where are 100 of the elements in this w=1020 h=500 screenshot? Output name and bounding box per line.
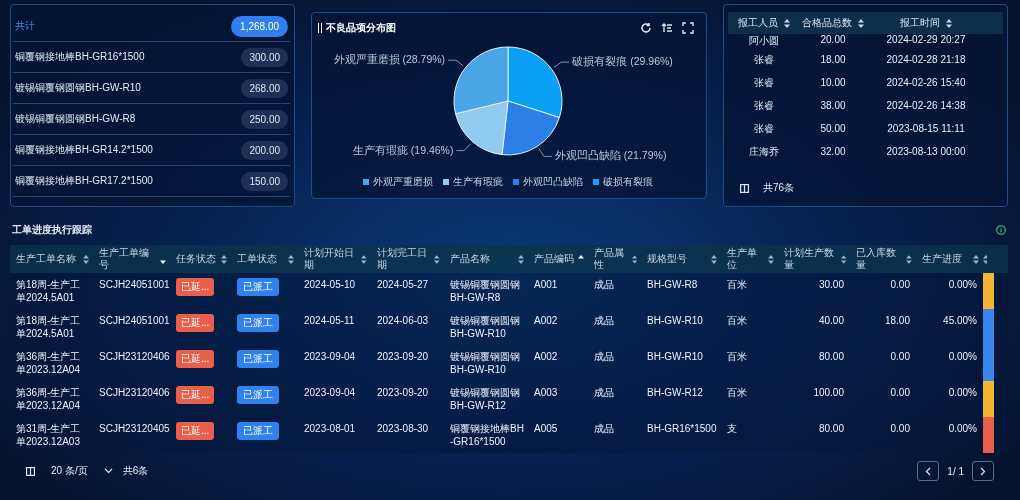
sort-icon[interactable] (83, 254, 89, 264)
table-cell: 百米 (727, 314, 747, 327)
summary-label: 铜覆钢接地棒BH-GR14.2*1500 (15, 143, 153, 157)
table-cell: 0.00% (948, 278, 977, 291)
column-header[interactable]: 工单状态 (231, 245, 298, 273)
fullscreen-icon[interactable] (682, 22, 694, 34)
table-cell: 铜覆钢接地棒BH-GR16*1500 (450, 422, 525, 448)
column-header[interactable]: 计划开始日期 (298, 245, 371, 273)
table-cell: 2024-06-03 (377, 314, 429, 327)
table-cell: 成品 (594, 314, 614, 327)
table-cell: BH-GW-R10 (647, 350, 703, 363)
column-header[interactable]: 生产进度 (916, 245, 983, 273)
column-header[interactable]: 报工时间 (866, 16, 986, 30)
leader-line (456, 143, 471, 151)
column-header[interactable]: 生产工单名称 (10, 245, 93, 273)
page-number[interactable]: 1 (947, 465, 953, 477)
sort-icon[interactable] (221, 254, 227, 264)
table-cell-text: 2023-08-15 11:11 (886, 123, 966, 134)
summary-label: 镀锡铜覆钢圆钢BH-GW-R10 (15, 81, 141, 95)
table-cell-text: 张睿 (753, 52, 775, 67)
status-tag: 已派工 (237, 386, 279, 404)
table-cell: 0.00% (948, 386, 977, 399)
columns-icon[interactable] (740, 183, 749, 193)
sort-icon[interactable] (518, 254, 524, 264)
summary-label: 铜覆钢接地棒BH-GR17.2*1500 (15, 174, 153, 188)
legend-label[interactable]: 外观凹凸缺陷 (523, 175, 583, 189)
legend-label[interactable]: 破损有裂痕 (603, 175, 653, 189)
page-size-select[interactable]: 20 条/页 (51, 464, 113, 478)
table-cell-text: 2024-02-26 14:38 (885, 100, 967, 111)
sort-icon[interactable] (983, 254, 987, 264)
column-header[interactable]: 任务状态 (170, 245, 231, 273)
summary-value: 1,268.00 (231, 15, 288, 37)
table-cell: 18.00 (884, 314, 910, 327)
next-page-button[interactable] (972, 461, 994, 481)
table-cell: 2023-09-20 (377, 350, 429, 363)
status-tag: 已派工 (237, 278, 279, 296)
summary-value: 250.00 (241, 109, 288, 129)
sort-icon[interactable] (858, 18, 864, 28)
table-cell: 40.00 (818, 314, 844, 327)
column-header[interactable]: 已入库数量 (850, 245, 916, 273)
table-cell: 0.00% (948, 350, 977, 363)
table-cell-text: 32.00 (819, 146, 847, 157)
sort-icon[interactable] (768, 254, 774, 264)
legend-swatch (513, 179, 519, 185)
column-header[interactable]: 生产单位 (721, 245, 778, 273)
sort-icon[interactable] (631, 254, 637, 264)
table-cell: 百米 (727, 386, 747, 399)
table-cell-text: 镀锡铜覆钢圆钢BH-GW-R10 (450, 350, 521, 376)
summary-label: 镀锡铜覆钢圆钢BH-GW-R8 (15, 112, 136, 126)
table-cell: 2023-09-04 (304, 350, 356, 363)
status-tag: 已派工 (237, 350, 279, 368)
info-icon[interactable] (996, 225, 1006, 235)
sort-icon[interactable] (361, 254, 367, 264)
chevron-down-icon (103, 468, 113, 474)
total-count: 共76条 (763, 181, 795, 195)
column-header[interactable]: 产品属性 (588, 245, 641, 273)
column-header[interactable]: 生产工单编号 (93, 245, 170, 273)
sort-icon[interactable] (784, 18, 790, 28)
columns-icon[interactable] (26, 466, 35, 476)
previous-page-button[interactable] (917, 461, 940, 481)
leader-line (447, 59, 464, 67)
table-cell: 2023-08-01 (304, 422, 356, 435)
table-cell: 100.00 (813, 386, 844, 399)
sort-icon[interactable] (661, 22, 673, 34)
table-cell: 0.00% (948, 422, 977, 435)
status-tag: 已延... (176, 350, 215, 368)
table-cell: 成品 (594, 386, 614, 399)
column-header[interactable]: 计划完工日期 (371, 245, 444, 273)
legend-swatch (443, 179, 449, 185)
table-cell-text: 50.00 (819, 123, 847, 134)
legend-label[interactable]: 生产有瑕疵 (453, 175, 503, 189)
table-cell-text: 张睿 (753, 98, 775, 113)
table-cell: A002 (534, 314, 558, 327)
column-header[interactable]: 计划生产数量 (778, 245, 850, 273)
table-cell: 0.00 (890, 386, 910, 399)
pie-label: 外观凹凸缺陷 (21.79%) (554, 149, 667, 162)
sort-icon[interactable] (288, 254, 294, 264)
table-cell: BH-GW-R12 (647, 386, 703, 399)
column-header[interactable]: 产品名称 (444, 245, 528, 273)
status-tag: 已派工 (237, 422, 279, 440)
summary-label: 铜覆钢接地棒BH-GR16*1500 (15, 50, 145, 64)
column-header[interactable]: 规格型号 (641, 245, 721, 273)
pie-slice (453, 46, 509, 115)
table-cell: A005 (534, 422, 558, 435)
column-header[interactable]: 报工人员 (728, 16, 800, 30)
sort-icon[interactable] (973, 254, 979, 264)
sort-icon[interactable] (840, 254, 846, 264)
table-cell: 百米 (727, 350, 747, 363)
column-header[interactable]: 合格品总数 (800, 16, 866, 30)
legend-label[interactable]: 外观严重磨损 (373, 175, 433, 189)
table-cell-text: 镀锡铜覆钢圆钢BH-GW-R10 (450, 314, 521, 340)
sort-icon[interactable] (906, 254, 912, 264)
refresh-icon[interactable] (640, 22, 652, 34)
table-cell-text: 第31周-生产工单2023.12A03 (16, 422, 82, 448)
sort-icon[interactable] (711, 254, 717, 264)
column-header[interactable]: 产品编码 (528, 245, 588, 273)
sort-icon[interactable] (946, 18, 952, 28)
sort-icon[interactable] (434, 254, 440, 264)
table-cell: 0.00 (890, 350, 910, 363)
status-tag: 已延... (176, 278, 215, 296)
